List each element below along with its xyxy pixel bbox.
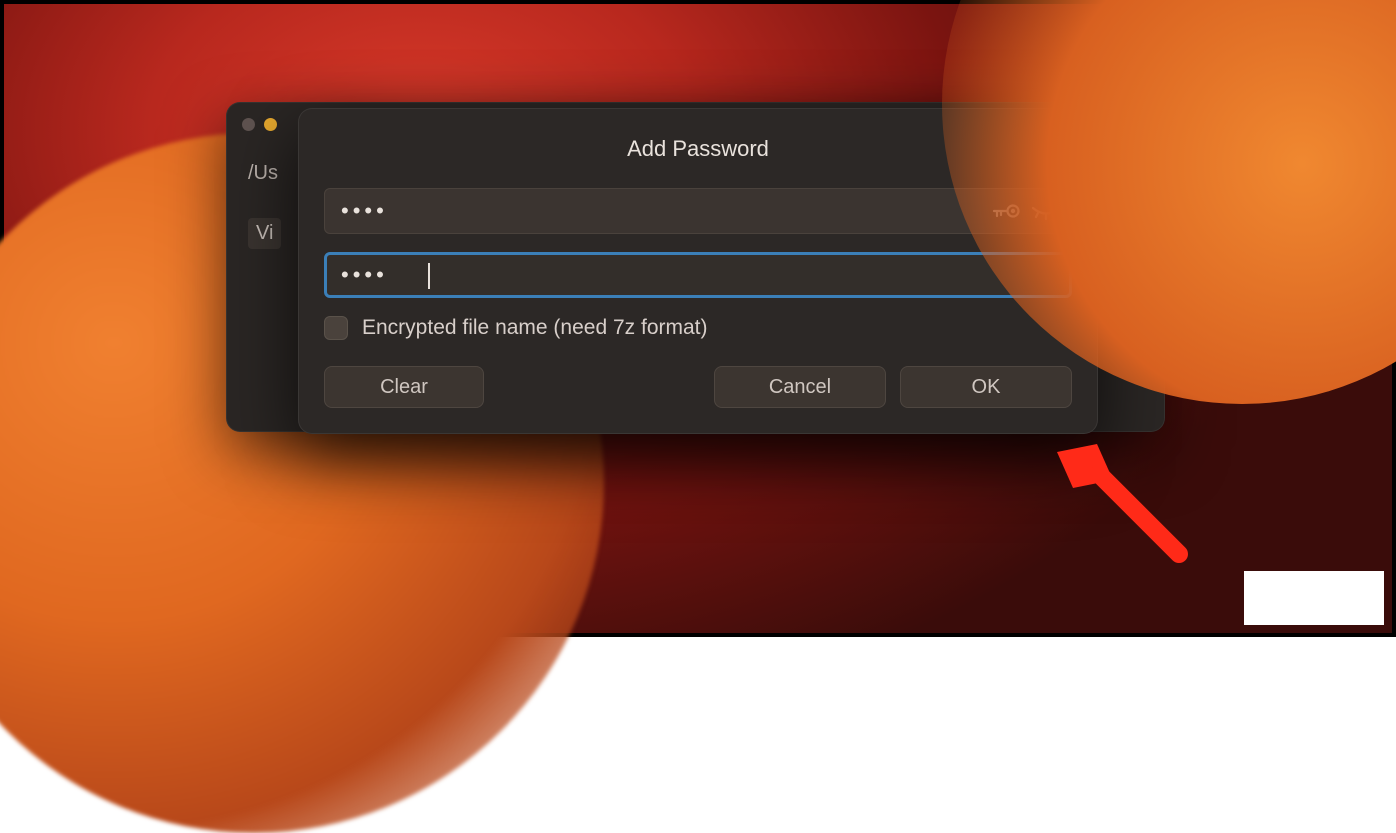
confirm-password-input[interactable]: [324, 252, 1072, 298]
minimize-window-button[interactable]: [264, 118, 277, 131]
text-cursor: [428, 263, 430, 289]
annotation-arrow: [1039, 444, 1199, 574]
encrypt-filename-checkbox[interactable]: [324, 316, 348, 340]
cancel-button[interactable]: Cancel: [714, 366, 886, 408]
clear-button[interactable]: Clear: [324, 366, 484, 408]
dialog-title: Add Password: [298, 108, 1098, 188]
close-window-button[interactable]: [242, 118, 255, 131]
encrypt-filename-label: Encrypted file name (need 7z format): [362, 316, 708, 340]
bg-right-text: n: [1132, 162, 1143, 185]
key-icon[interactable]: [992, 201, 1020, 221]
ok-button[interactable]: OK: [900, 366, 1072, 408]
watermark: [1244, 571, 1384, 625]
window-traffic-lights: [242, 118, 277, 131]
bg-label-text: Vi: [248, 218, 281, 249]
password-input[interactable]: [324, 188, 1072, 234]
eye-closed-icon[interactable]: [1030, 201, 1062, 221]
path-text: /Us: [248, 162, 278, 185]
add-password-dialog: Add Password: [298, 108, 1098, 434]
desktop-wallpaper: /Us Vi n Add Password: [0, 0, 1396, 637]
